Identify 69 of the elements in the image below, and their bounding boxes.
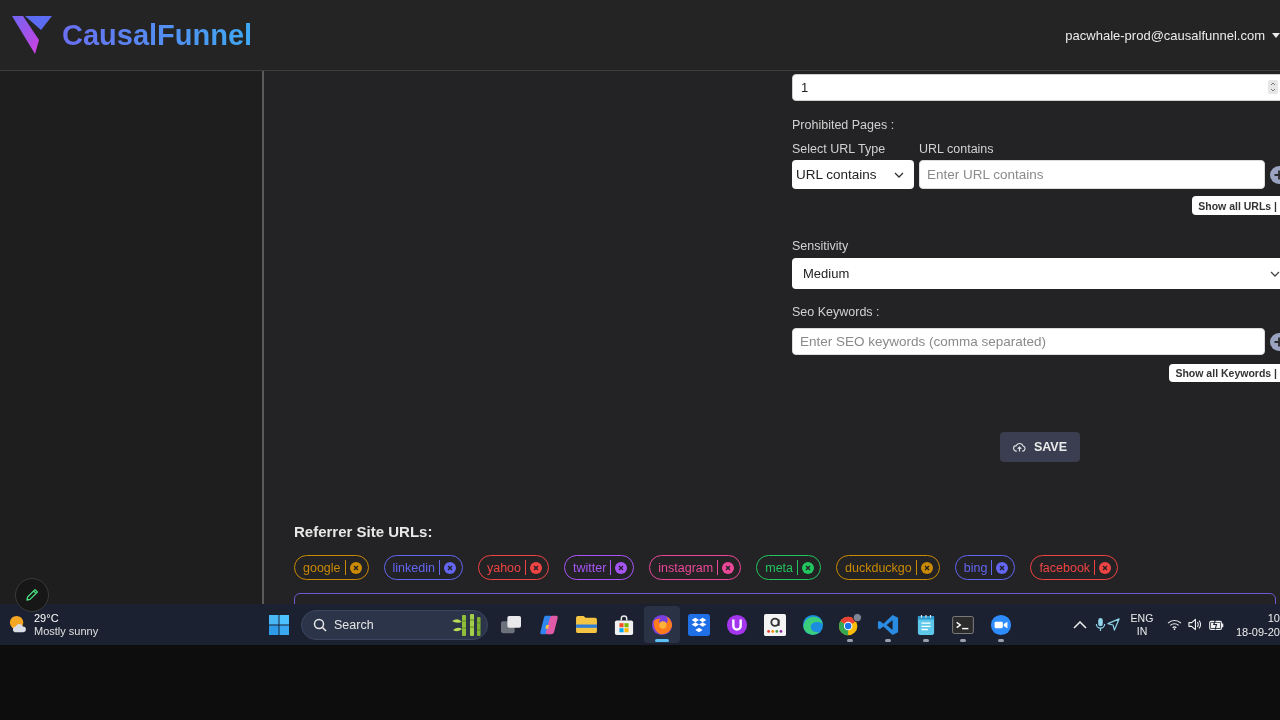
microphone-icon[interactable] [1095,617,1106,632]
account-menu[interactable]: pacwhale-prod@causalfunnel.com [1065,27,1280,43]
flame-globe-icon [650,613,673,636]
cloud-upload-icon [1012,442,1026,452]
url-type-label: Select URL Type [792,141,887,157]
chevron-down-icon [1270,270,1280,277]
wave-circle-icon [801,613,824,636]
shopping-bag-icon [614,613,635,636]
remove-icon[interactable] [722,561,735,574]
number-input[interactable]: 1 [792,74,1280,101]
taskbar-app-button[interactable] [643,606,680,643]
referrer-sites-heading: Referrer Site URLs: [294,522,434,542]
folder-icon [574,615,598,634]
video-camera-icon [989,613,1012,636]
chevron-down-icon [894,171,904,178]
site-name: meta [765,560,794,575]
ring-badge-icon [838,612,863,637]
seo-keywords-label: Seo Keywords : [792,304,881,320]
weather-widget[interactable]: 29°C Mostly sunny [8,611,263,638]
speaker-icon[interactable] [1188,618,1201,631]
site-name: bing [963,560,988,575]
bamboo-icon [450,612,484,637]
pencil-icon [25,588,39,602]
weather-icon [8,614,29,635]
sensitivity-select[interactable]: Medium [792,258,1280,289]
url-input[interactable]: Enter URL contains [919,160,1265,189]
remove-icon[interactable] [996,561,1009,574]
language-indicator[interactable]: ENG IN [1128,611,1156,638]
sensitivity-label: Sensitivity [792,238,850,254]
remove-icon[interactable] [920,561,933,574]
funnel-logo-icon [12,16,52,54]
seo-keywords-input[interactable]: Enter SEO keywords (comma separated) [792,328,1265,355]
remove-icon[interactable] [443,561,456,574]
navigation-arrow-icon[interactable] [1107,618,1120,631]
remove-icon[interactable] [349,561,362,574]
ring-dots-tile-icon [763,613,786,636]
remove-icon[interactable] [1099,561,1112,574]
url-type-select[interactable]: URL contains [792,160,914,189]
search-icon [313,617,327,632]
spinner-icon[interactable] [1268,80,1278,94]
caret-icon [1272,32,1280,38]
save-button[interactable]: SAVE [999,432,1081,462]
battery-plug-icon[interactable] [1209,619,1224,630]
url-contains-label: URL contains [919,141,995,157]
wifi-icon[interactable] [1167,619,1182,630]
site-name: duckduckgo [845,560,912,575]
site-name: yahoo [486,560,521,575]
chevron-up-icon[interactable] [1073,620,1087,629]
ribbon-icon [876,613,899,636]
start-icon [269,614,289,635]
diamond-tile-icon [688,613,711,636]
windows-stack-icon [500,614,522,635]
site-name: twitter [573,560,607,575]
site-name: linkedin [392,560,435,575]
remove-icon[interactable] [802,561,815,574]
site-name: instagram [658,560,714,575]
prohibited-pages-label: Prohibited Pages : [792,117,896,133]
horseshoe-circle-icon [726,613,749,636]
search-button[interactable]: Search [301,609,488,640]
clock[interactable]: 10 18-09-20 [1234,610,1280,639]
remove-icon[interactable] [530,561,542,574]
notepad-icon [916,613,935,636]
show-all-keywords-button[interactable]: Show all Keywords | [1169,364,1280,382]
terminal-icon [952,615,975,634]
site-name: google [303,560,341,575]
swirl-icon [537,613,560,636]
show-all-urls-button[interactable]: Show all URLs | [1192,196,1280,215]
remove-icon[interactable] [615,561,628,574]
site-name: facebook [1039,560,1091,575]
